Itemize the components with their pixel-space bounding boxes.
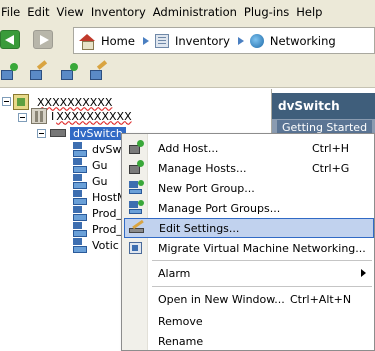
tree-node-dvswitch[interactable]: dvSwitch — [50, 125, 126, 141]
menu-administration[interactable]: Administration — [153, 5, 244, 19]
menu-item-shortcut: Ctrl+H — [312, 141, 350, 155]
tree-node-vcenter-label: XXXXXXXXXX — [37, 95, 113, 109]
new-port-group-icon — [128, 180, 144, 196]
edit-port-group-toolbar-icon[interactable] — [90, 60, 108, 80]
breadcrumb-inventory-label: Inventory — [174, 33, 230, 48]
breadcrumb: Home Inventory Networking — [73, 27, 375, 54]
context-menu: Add Host... Ctrl+H Manage Hosts... Ctrl+… — [121, 133, 375, 351]
menu-bar: File Edit View Inventory Administration … — [0, 0, 375, 24]
breadcrumb-home-label: Home — [101, 33, 135, 48]
port-group-icon — [72, 158, 88, 173]
port-group-icon — [72, 142, 88, 157]
menu-item-label: Alarm — [158, 266, 191, 280]
dvswitch-icon — [50, 129, 66, 137]
menu-item-add-host[interactable]: Add Host... Ctrl+H — [124, 138, 374, 158]
manage-hosts-icon — [128, 160, 144, 176]
tree-node-portgroup[interactable]: Gu — [72, 157, 108, 173]
breadcrumb-separator-icon[interactable] — [237, 36, 244, 45]
menu-item-label: Migrate Virtual Machine Networking... — [158, 241, 366, 255]
tree-node-label: Gu — [92, 174, 108, 188]
tree-node-datacenter[interactable]: I XXXXXXXXXX — [31, 108, 132, 124]
tree-node-label: Prod_ — [92, 206, 122, 220]
networking-globe-icon — [249, 33, 264, 48]
edit-settings-icon — [129, 219, 145, 237]
menu-item-alarm[interactable]: Alarm — [124, 263, 374, 283]
forward-arrow-icon[interactable] — [33, 30, 53, 49]
menu-item-label: Manage Port Groups... — [158, 201, 281, 215]
menu-item-shortcut: Ctrl+G — [312, 161, 350, 175]
port-group-icon — [72, 174, 88, 189]
breadcrumb-separator-icon[interactable] — [142, 36, 149, 45]
tree-node-label: Prod_ — [92, 222, 122, 236]
tree-node-portgroup[interactable]: Votic — [72, 237, 119, 253]
menu-item-remove[interactable]: Remove — [124, 311, 374, 331]
home-icon — [79, 33, 95, 50]
port-group-icon — [72, 238, 88, 253]
menu-plugins[interactable]: Plug-ins — [244, 5, 296, 19]
menu-inventory[interactable]: Inventory — [91, 5, 153, 19]
collapse-icon[interactable] — [18, 113, 27, 122]
menu-item-label: Add Host... — [158, 141, 219, 155]
submenu-arrow-icon — [361, 269, 366, 277]
tree-node-portgroup[interactable]: Prod_ — [72, 205, 122, 221]
menu-item-edit-settings[interactable]: Edit Settings... — [124, 218, 374, 238]
tree-node-label: Votic — [92, 238, 119, 252]
tree-node-portgroup[interactable]: Gu — [72, 173, 108, 189]
port-group-icon — [72, 206, 88, 221]
menu-item-shortcut: Ctrl+Alt+N — [290, 292, 352, 306]
add-host-icon — [128, 140, 144, 156]
tree-node-portgroup[interactable]: dvSwi — [72, 141, 125, 157]
new-port-group-toolbar-icon[interactable] — [61, 63, 78, 80]
menu-item-manage-port-groups[interactable]: Manage Port Groups... — [124, 198, 374, 218]
datacenter-icon — [31, 108, 47, 124]
menu-item-label: Open in New Window... — [158, 292, 285, 306]
tree-node-dvswitch-label: dvSwitch — [70, 126, 126, 140]
breadcrumb-networking-label: Networking — [269, 33, 336, 48]
breadcrumb-inventory[interactable]: Inventory — [154, 33, 230, 48]
add-host-toolbar-icon[interactable] — [1, 63, 18, 80]
tree-node-portgroup[interactable]: HostM — [72, 189, 127, 205]
tree-node-portgroup[interactable]: Prod_ — [72, 221, 122, 237]
menu-separator — [152, 286, 372, 287]
menu-separator — [152, 260, 372, 261]
menu-item-new-port-group[interactable]: New Port Group... — [124, 178, 374, 198]
menu-item-open-new-window[interactable]: Open in New Window... Ctrl+Alt+N — [124, 289, 374, 309]
navigation-bar: Home Inventory Networking — [0, 24, 375, 56]
menu-item-label: Rename — [158, 334, 204, 348]
menu-view[interactable]: View — [57, 5, 91, 19]
tree-node-datacenter-prefix: I — [51, 109, 55, 123]
collapse-icon[interactable] — [2, 97, 11, 106]
tree-node-label: Gu — [92, 158, 108, 172]
migrate-icon — [128, 240, 144, 256]
manage-port-groups-icon — [128, 200, 144, 216]
collapse-icon[interactable] — [37, 129, 46, 138]
menu-item-rename[interactable]: Rename — [124, 331, 374, 351]
breadcrumb-networking[interactable]: Networking — [249, 33, 336, 48]
back-arrow-icon[interactable] — [0, 30, 20, 49]
port-group-icon — [72, 222, 88, 237]
menu-item-migrate-vm-networking[interactable]: Migrate Virtual Machine Networking... — [124, 238, 374, 258]
port-group-icon — [72, 190, 88, 205]
action-toolbar — [0, 56, 375, 88]
edit-settings-toolbar-icon[interactable] — [30, 60, 48, 80]
menu-file[interactable]: File — [0, 5, 27, 19]
menu-item-label: Remove — [158, 314, 203, 328]
panel-title: dvSwitch — [272, 93, 375, 119]
menu-item-label: New Port Group... — [158, 181, 255, 195]
vcenter-icon — [13, 94, 29, 110]
breadcrumb-home[interactable]: Home — [74, 33, 135, 50]
tree-node-datacenter-label: XXXXXXXXXX — [56, 109, 132, 123]
menu-item-manage-hosts[interactable]: Manage Hosts... Ctrl+G — [124, 158, 374, 178]
menu-help[interactable]: Help — [296, 5, 329, 19]
menu-item-label: Edit Settings... — [159, 221, 240, 235]
menu-item-label: Manage Hosts... — [158, 161, 247, 175]
tree-node-label: dvSwi — [92, 142, 125, 156]
inventory-icon — [154, 33, 169, 48]
menu-edit[interactable]: Edit — [27, 5, 56, 19]
